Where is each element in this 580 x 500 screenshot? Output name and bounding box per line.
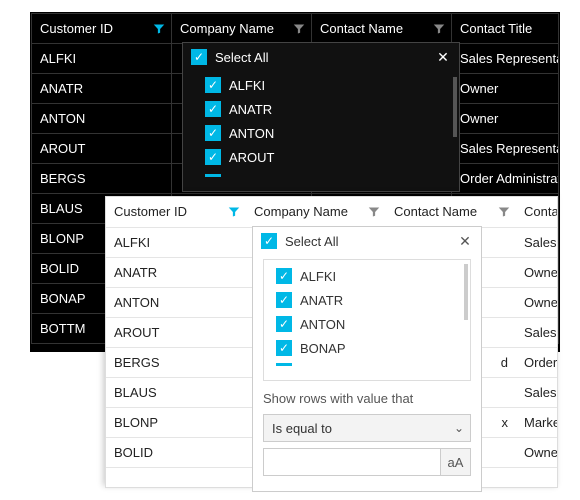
filter-option[interactable]: ✓ANATR xyxy=(205,97,459,121)
checkbox-icon[interactable]: ✓ xyxy=(276,316,292,332)
filter-option[interactable]: ✓AROUT xyxy=(205,145,459,169)
light-header-row: Customer ID Company Name Contact Name xyxy=(106,197,557,227)
scrollbar-thumb[interactable] xyxy=(464,264,468,320)
filter-icon[interactable] xyxy=(228,206,240,218)
checkbox-icon[interactable]: ✓ xyxy=(191,49,207,65)
filter-option[interactable]: ✓ANTON xyxy=(205,121,459,145)
filter-option[interactable]: ✓BONAP xyxy=(276,336,470,360)
col-header-label: Customer ID xyxy=(114,204,187,219)
more-indicator-icon xyxy=(205,174,221,177)
match-case-toggle[interactable]: aA xyxy=(441,448,471,476)
col-header-label: Conta xyxy=(524,204,557,219)
col-header-label: Contact Title xyxy=(460,21,532,36)
dark-header-row: Customer ID Company Name Contact Name xyxy=(32,14,559,44)
filter-icon[interactable] xyxy=(498,206,510,218)
filter-value-input[interactable] xyxy=(263,448,441,476)
col-header-customer-id[interactable]: Customer ID xyxy=(106,197,246,227)
select-all-row[interactable]: ✓ Select All ✕ xyxy=(183,43,459,71)
checkbox-icon[interactable]: ✓ xyxy=(276,268,292,284)
col-header-label: Contact Name xyxy=(394,204,477,219)
col-header-label: Company Name xyxy=(180,21,274,36)
checkbox-icon[interactable]: ✓ xyxy=(205,101,221,117)
checkbox-icon[interactable]: ✓ xyxy=(205,77,221,93)
col-header-contact-title[interactable]: Conta xyxy=(516,197,557,227)
checkbox-icon[interactable]: ✓ xyxy=(205,149,221,165)
col-header-contact-name[interactable]: Contact Name xyxy=(386,197,516,227)
select-all-row[interactable]: ✓ Select All ✕ xyxy=(253,227,481,255)
more-indicator-icon xyxy=(276,363,292,366)
filter-icon[interactable] xyxy=(433,23,445,35)
select-all-label: Select All xyxy=(285,234,338,249)
close-icon[interactable]: ✕ xyxy=(435,49,451,65)
checkbox-icon[interactable]: ✓ xyxy=(261,233,277,249)
close-icon[interactable]: ✕ xyxy=(457,233,473,249)
show-rows-label: Show rows with value that xyxy=(253,381,481,410)
col-header-company-name[interactable]: Company Name xyxy=(246,197,386,227)
col-header-label: Contact Name xyxy=(320,21,403,36)
operator-value: Is equal to xyxy=(272,421,332,436)
col-header-contact-name[interactable]: Contact Name xyxy=(312,14,452,44)
checkbox-icon[interactable]: ✓ xyxy=(276,292,292,308)
col-header-label: Customer ID xyxy=(40,21,113,36)
filter-icon[interactable] xyxy=(153,23,165,35)
dark-filter-dropdown: ✓ Select All ✕ ✓ALFKI ✓ANATR ✓ANTON ✓ARO… xyxy=(182,42,460,192)
filter-option[interactable]: ✓ANTON xyxy=(276,312,470,336)
filter-option[interactable]: ✓ANATR xyxy=(276,288,470,312)
filter-icon[interactable] xyxy=(368,206,380,218)
operator-combo[interactable]: Is equal to ⌄ xyxy=(263,414,471,442)
checkbox-icon[interactable]: ✓ xyxy=(205,125,221,141)
col-header-label: Company Name xyxy=(254,204,348,219)
col-header-company-name[interactable]: Company Name xyxy=(172,14,312,44)
filter-icon[interactable] xyxy=(293,23,305,35)
col-header-contact-title[interactable]: Contact Title xyxy=(452,14,559,44)
filter-option[interactable]: ✓ALFKI xyxy=(205,73,459,97)
filter-option[interactable]: ✓ALFKI xyxy=(276,264,470,288)
chevron-down-icon: ⌄ xyxy=(454,421,464,435)
col-header-customer-id[interactable]: Customer ID xyxy=(32,14,172,44)
select-all-label: Select All xyxy=(215,50,268,65)
checkbox-icon[interactable]: ✓ xyxy=(276,340,292,356)
light-filter-dropdown: ✓ Select All ✕ ✓ALFKI ✓ANATR ✓ANTON ✓BON… xyxy=(252,226,482,492)
filter-options-box: ✓ALFKI ✓ANATR ✓ANTON ✓BONAP xyxy=(263,259,471,381)
scrollbar-thumb[interactable] xyxy=(453,77,457,137)
